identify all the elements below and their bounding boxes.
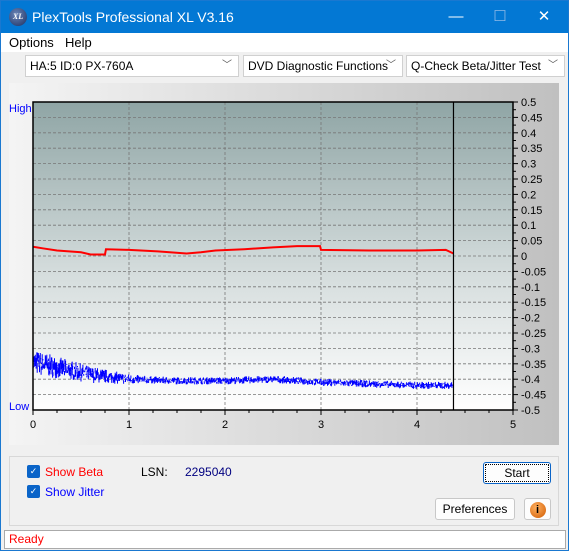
lsn-value: 2295040 [185, 465, 232, 479]
show-jitter-checkbox[interactable]: ✓ [27, 485, 40, 498]
y-tick-label: -0.5 [521, 405, 540, 417]
menu-options[interactable]: Options [9, 35, 54, 50]
x-tick-label: 0 [30, 419, 36, 431]
lsn-label: LSN: [141, 465, 168, 479]
title-bar: XL PlexTools Professional XL V3.16 — ☐ ✕ [1, 1, 568, 33]
y-tick-label: 0.35 [521, 143, 542, 155]
menu-bar: Options Help [1, 33, 568, 52]
y-tick-label: 0.3 [521, 159, 536, 171]
drive-select[interactable]: HA:5 ID:0 PX-760A ﹀ [25, 55, 239, 77]
close-button[interactable]: ✕ [529, 6, 559, 28]
preferences-button[interactable]: Preferences [435, 498, 515, 520]
y-tick-label: -0.35 [521, 359, 546, 371]
x-tick-label: 4 [414, 419, 420, 431]
test-select[interactable]: Q-Check Beta/Jitter Test ﹀ [406, 55, 565, 77]
x-tick-label: 2 [222, 419, 228, 431]
show-beta-checkbox[interactable]: ✓ [27, 465, 40, 478]
start-button[interactable]: Start [483, 462, 551, 484]
y-tick-label: 0.5 [521, 97, 536, 109]
function-select-value: DVD Diagnostic Functions [248, 59, 389, 73]
y-tick-label: -0.45 [521, 390, 546, 402]
y-tick-label: -0.05 [521, 266, 546, 278]
chevron-down-icon: ﹀ [386, 60, 396, 71]
y-tick-label: -0.3 [521, 343, 540, 355]
show-jitter-label[interactable]: Show Jitter [45, 485, 104, 499]
info-button[interactable]: i [524, 498, 551, 520]
app-logo-icon: XL [9, 8, 27, 26]
info-icon: i [529, 502, 546, 518]
y-tick-label: 0.4 [521, 128, 536, 140]
y-tick-label: 0.05 [521, 236, 542, 248]
x-tick-label: 3 [318, 419, 324, 431]
test-select-value: Q-Check Beta/Jitter Test [411, 59, 541, 73]
options-group: ✓ Show Beta ✓ Show Jitter LSN: 2295040 S… [9, 456, 559, 526]
maximize-button[interactable]: ☐ [485, 6, 515, 28]
low-label: Low [9, 401, 29, 413]
y-tick-label: 0 [521, 251, 527, 263]
menu-help[interactable]: Help [65, 35, 92, 50]
y-tick-label: -0.1 [521, 282, 540, 294]
chevron-down-icon: ﹀ [548, 60, 558, 71]
y-tick-label: -0.2 [521, 313, 540, 325]
y-tick-label: 0.15 [521, 205, 542, 217]
y-tick-label: -0.15 [521, 297, 546, 309]
toolbar: HA:5 ID:0 PX-760A ﹀ DVD Diagnostic Functi… [1, 52, 568, 80]
beta-jitter-chart: 0.5 0.45 0.4 0.35 0.3 0.25 0.2 0.15 0.1 0.05 0 -0.0… [9, 97, 546, 431]
x-tick-label: 1 [126, 419, 132, 431]
chevron-down-icon: ﹀ [222, 60, 232, 71]
status-bar: Ready [4, 530, 566, 549]
y-tick-label: -0.25 [521, 328, 546, 340]
function-select[interactable]: DVD Diagnostic Functions ﹀ [243, 55, 403, 77]
y-tick-label: 0.1 [521, 220, 536, 232]
chart-panel: 0.5 0.45 0.4 0.35 0.3 0.25 0.2 0.15 0.1 0.05 0 -0.0… [9, 83, 559, 445]
y-tick-label: 0.2 [521, 189, 536, 201]
drive-select-value: HA:5 ID:0 PX-760A [30, 59, 134, 73]
minimize-button[interactable]: — [441, 6, 471, 28]
y-tick-label: 0.25 [521, 174, 542, 186]
window-title: PlexTools Professional XL V3.16 [32, 9, 234, 25]
app-window: XL PlexTools Professional XL V3.16 — ☐ ✕… [0, 0, 569, 551]
show-beta-label[interactable]: Show Beta [45, 465, 103, 479]
x-tick-label: 5 [510, 419, 516, 431]
y-tick-label: -0.4 [521, 374, 540, 386]
y-tick-label: 0.45 [521, 112, 542, 124]
high-label: High [9, 103, 32, 115]
